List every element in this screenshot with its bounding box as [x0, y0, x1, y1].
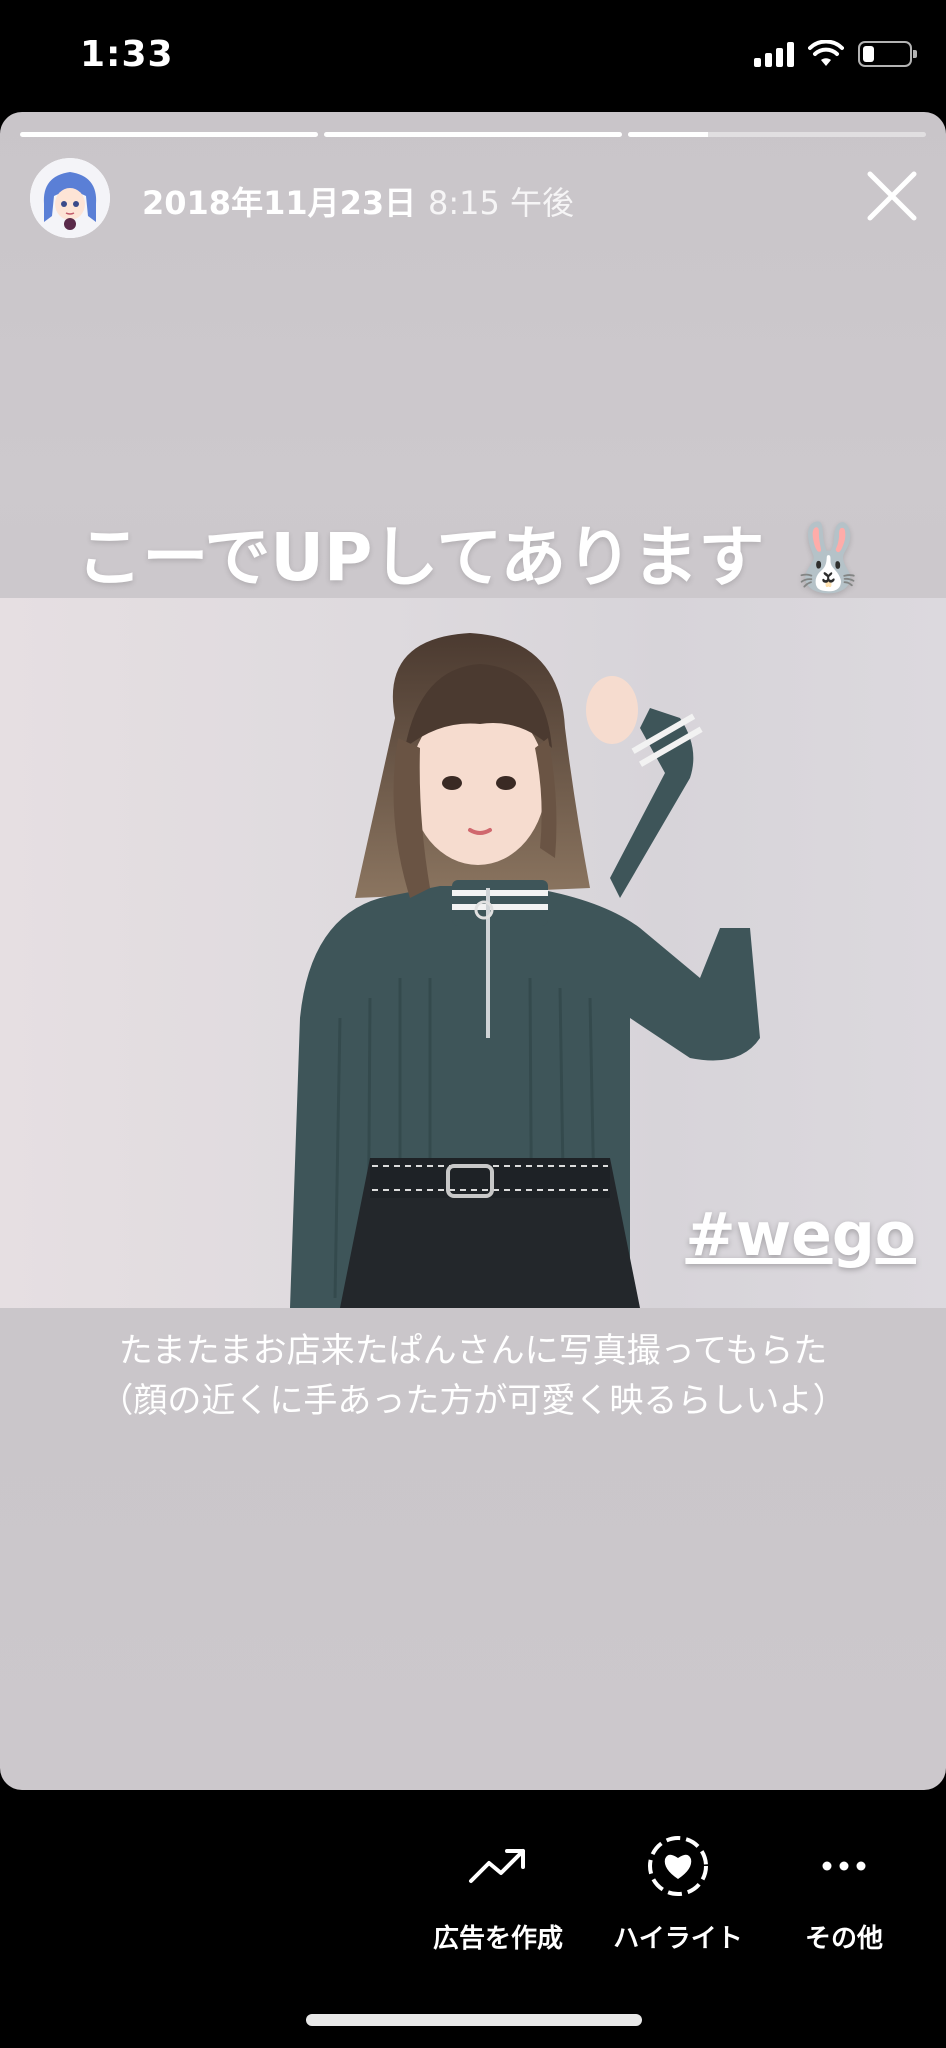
story-progress: [20, 132, 926, 137]
highlight-heart-icon: [648, 1836, 708, 1896]
story-action-bar: 広告を作成 ハイライト その他: [0, 1790, 946, 2048]
progress-segment: [628, 132, 926, 137]
more-dots-icon: [822, 1861, 866, 1871]
avatar-illustration: [30, 158, 110, 238]
highlight-button[interactable]: ハイライト: [588, 1826, 768, 1955]
more-button[interactable]: その他: [754, 1826, 934, 1955]
avatar[interactable]: [30, 158, 110, 238]
caption-line-2: （顔の近くに手あった方が可愛く映るらしいよ）: [99, 1381, 847, 1421]
progress-segment: [324, 132, 622, 137]
create-ad-label: 広告を作成: [432, 1924, 563, 1954]
signal-icon: [754, 41, 794, 67]
trending-up-icon: [469, 1849, 525, 1883]
status-time: 1:33: [80, 34, 174, 75]
close-button[interactable]: [860, 164, 924, 228]
more-label: その他: [804, 1924, 883, 1954]
status-icons: [754, 40, 917, 68]
highlight-label: ハイライト: [613, 1924, 743, 1954]
create-ad-button[interactable]: 広告を作成: [408, 1826, 588, 1955]
story-caption: たまたまお店来たぱんさんに写真撮ってもらた （顔の近くに手あった方が可愛く映るら…: [0, 1326, 946, 1426]
hashtag-sticker[interactable]: #wego: [685, 1200, 916, 1270]
story-headline: こーでUPしてあります 🐰: [76, 519, 870, 596]
battery-icon: [858, 41, 917, 67]
progress-segment: [20, 132, 318, 137]
home-indicator[interactable]: [306, 2014, 642, 2026]
status-bar: 1:33: [0, 0, 946, 112]
wifi-icon: [808, 40, 844, 66]
story-photo: #wego: [0, 598, 946, 1308]
story-date: 2018年11月23日: [142, 184, 417, 222]
story-time: 8:15 午後: [428, 184, 575, 222]
story-viewer[interactable]: 2018年11月23日 8:15 午後 こーでUPしてあります 🐰 #wego …: [0, 112, 946, 1790]
close-icon: [867, 171, 917, 221]
caption-line-1: たまたまお店来たぱんさんに写真撮ってもらた: [118, 1331, 828, 1371]
